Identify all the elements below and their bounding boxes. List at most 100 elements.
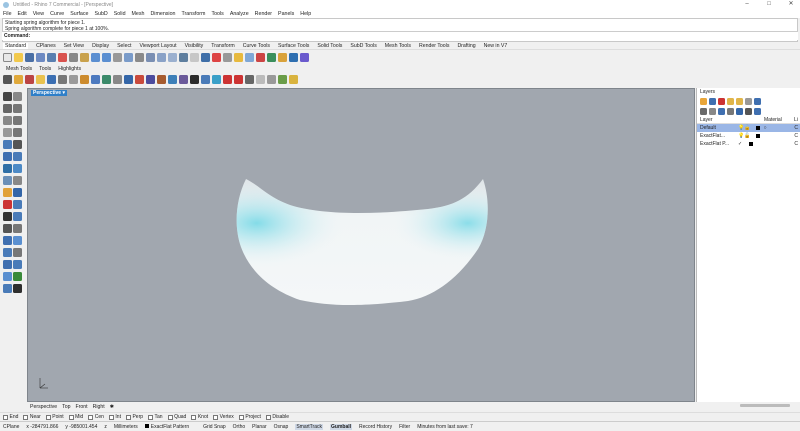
checkbox-icon[interactable] [88, 414, 94, 420]
mesh-object[interactable] [28, 89, 696, 403]
zoom-icon[interactable] [135, 52, 144, 62]
checkbox-icon[interactable] [148, 414, 154, 420]
sphere-icon[interactable] [13, 164, 22, 173]
zoom-window-icon[interactable] [146, 52, 155, 62]
viewtab-front[interactable]: Front [75, 404, 87, 410]
cut-icon[interactable] [58, 52, 67, 62]
mesh-fill-icon[interactable] [146, 74, 155, 84]
tab-render-tools[interactable]: Render Tools [419, 43, 449, 49]
tab-transform[interactable]: Transform [211, 43, 234, 49]
checkbox-icon[interactable] [108, 414, 114, 420]
line-icon[interactable] [234, 74, 243, 84]
col-material[interactable]: Material [764, 117, 794, 123]
save-icon[interactable] [25, 52, 34, 62]
checkbox-icon[interactable] [23, 414, 29, 420]
menu-edit[interactable]: Edit [18, 11, 27, 17]
tab-surface-tools[interactable]: Surface Tools [278, 43, 309, 49]
check-icon[interactable] [47, 74, 56, 84]
paste-icon[interactable] [80, 52, 89, 62]
rotate-view-icon[interactable] [124, 52, 133, 62]
offset-icon[interactable] [13, 140, 22, 149]
col-linetype[interactable]: Li [794, 117, 798, 123]
zoom-extents-icon[interactable] [157, 52, 166, 62]
block-icon[interactable] [3, 272, 12, 281]
status-gumball[interactable]: Gumball [330, 423, 353, 430]
checkbox-icon[interactable] [265, 414, 271, 420]
material-icon[interactable] [267, 52, 276, 62]
transform-icon[interactable] [3, 284, 12, 293]
tab-cplanes[interactable]: CPlanes [36, 43, 56, 49]
osnap-point[interactable]: Point [45, 414, 64, 420]
zoom-selected-icon[interactable] [168, 52, 177, 62]
box-icon[interactable] [201, 74, 210, 84]
tab-visibility[interactable]: Visibility [185, 43, 204, 49]
tab-subd-tools[interactable]: SubD Tools [350, 43, 376, 49]
viewtab-top[interactable]: Top [62, 404, 70, 410]
tab-drafting[interactable]: Drafting [457, 43, 475, 49]
flatten-icon[interactable] [25, 74, 34, 84]
ellipse-icon[interactable] [13, 128, 22, 137]
checkbox-icon[interactable] [238, 414, 244, 420]
tab-display[interactable]: Display [92, 43, 109, 49]
properties-icon[interactable] [47, 52, 56, 62]
perspective-viewport[interactable]: Perspective ▾ [27, 88, 695, 402]
boolean-icon[interactable] [3, 188, 12, 197]
layer-row-exactflat[interactable]: ExactFlat... 💡 🔓 C [697, 132, 800, 140]
surface-icon[interactable] [3, 152, 12, 161]
minimize-button[interactable]: – [738, 0, 756, 10]
osnap-perp[interactable]: Perp [125, 414, 143, 420]
tab-set-view[interactable]: Set View [64, 43, 84, 49]
layer-down-icon[interactable] [736, 97, 743, 105]
pan-icon[interactable] [113, 52, 122, 62]
text-tool-icon[interactable] [13, 248, 22, 257]
mesh-boolean-icon[interactable] [168, 74, 177, 84]
undo-icon[interactable] [91, 52, 100, 62]
menu-analyze[interactable]: Analyze [230, 11, 249, 17]
grid-icon[interactable] [3, 260, 12, 269]
osnap-vertex[interactable]: Vertex [213, 414, 234, 420]
menu-surface[interactable]: Surface [70, 11, 88, 17]
select-icon[interactable] [201, 52, 210, 62]
mesh-tool-icon[interactable] [3, 74, 12, 84]
checkbox-icon[interactable] [45, 414, 51, 420]
menu-subd[interactable]: SubD [94, 11, 107, 17]
cplane-icon[interactable] [190, 52, 199, 62]
status-grid-snap[interactable]: Grid Snap [203, 424, 226, 430]
layer-expand-icon[interactable] [709, 107, 716, 115]
lock-icon[interactable]: 🔓 [744, 133, 750, 139]
status-units[interactable]: Millimeters [114, 424, 138, 430]
checkbox-icon[interactable] [68, 414, 74, 420]
join-icon[interactable] [13, 200, 22, 209]
subd-icon[interactable] [13, 176, 22, 185]
rectangle-icon[interactable] [13, 116, 22, 125]
menu-tools[interactable]: Tools [211, 11, 223, 17]
checkmark-icon[interactable] [13, 284, 22, 293]
osnap-project[interactable]: Project [238, 414, 261, 420]
tab-curve-tools[interactable]: Curve Tools [243, 43, 270, 49]
menu-dimension[interactable]: Dimension [150, 11, 175, 17]
mesh-icon[interactable] [3, 176, 12, 185]
tab-new-in-v7[interactable]: New in V7 [484, 43, 508, 49]
osnap-mid[interactable]: Mid [68, 414, 83, 420]
point-icon[interactable] [13, 92, 22, 101]
status-record-history[interactable]: Record History [359, 424, 392, 430]
light-icon[interactable] [278, 52, 287, 62]
unroll-icon[interactable] [14, 74, 23, 84]
menu-panels[interactable]: Panels [278, 11, 294, 17]
osnap-disable[interactable]: Disable [265, 414, 289, 420]
col-layer[interactable]: Layer [700, 117, 764, 123]
menu-transform[interactable]: Transform [182, 11, 206, 17]
layer-color-swatch[interactable] [756, 134, 761, 138]
mesh-quad-icon[interactable] [179, 74, 188, 84]
mesh-edit-icon[interactable] [58, 74, 67, 84]
explode-icon[interactable] [3, 212, 12, 221]
viewtab-perspective[interactable]: Perspective [30, 404, 57, 410]
solid-icon[interactable] [3, 164, 12, 173]
mirror-icon[interactable] [3, 236, 12, 245]
menu-file[interactable]: File [3, 11, 12, 17]
delete-layer-icon[interactable] [718, 97, 725, 105]
osnap-quad[interactable]: Quad [167, 414, 186, 420]
checkbox-icon[interactable] [213, 414, 219, 420]
layer-search-icon[interactable] [718, 107, 725, 115]
status-osnap[interactable]: Osnap [274, 424, 289, 430]
